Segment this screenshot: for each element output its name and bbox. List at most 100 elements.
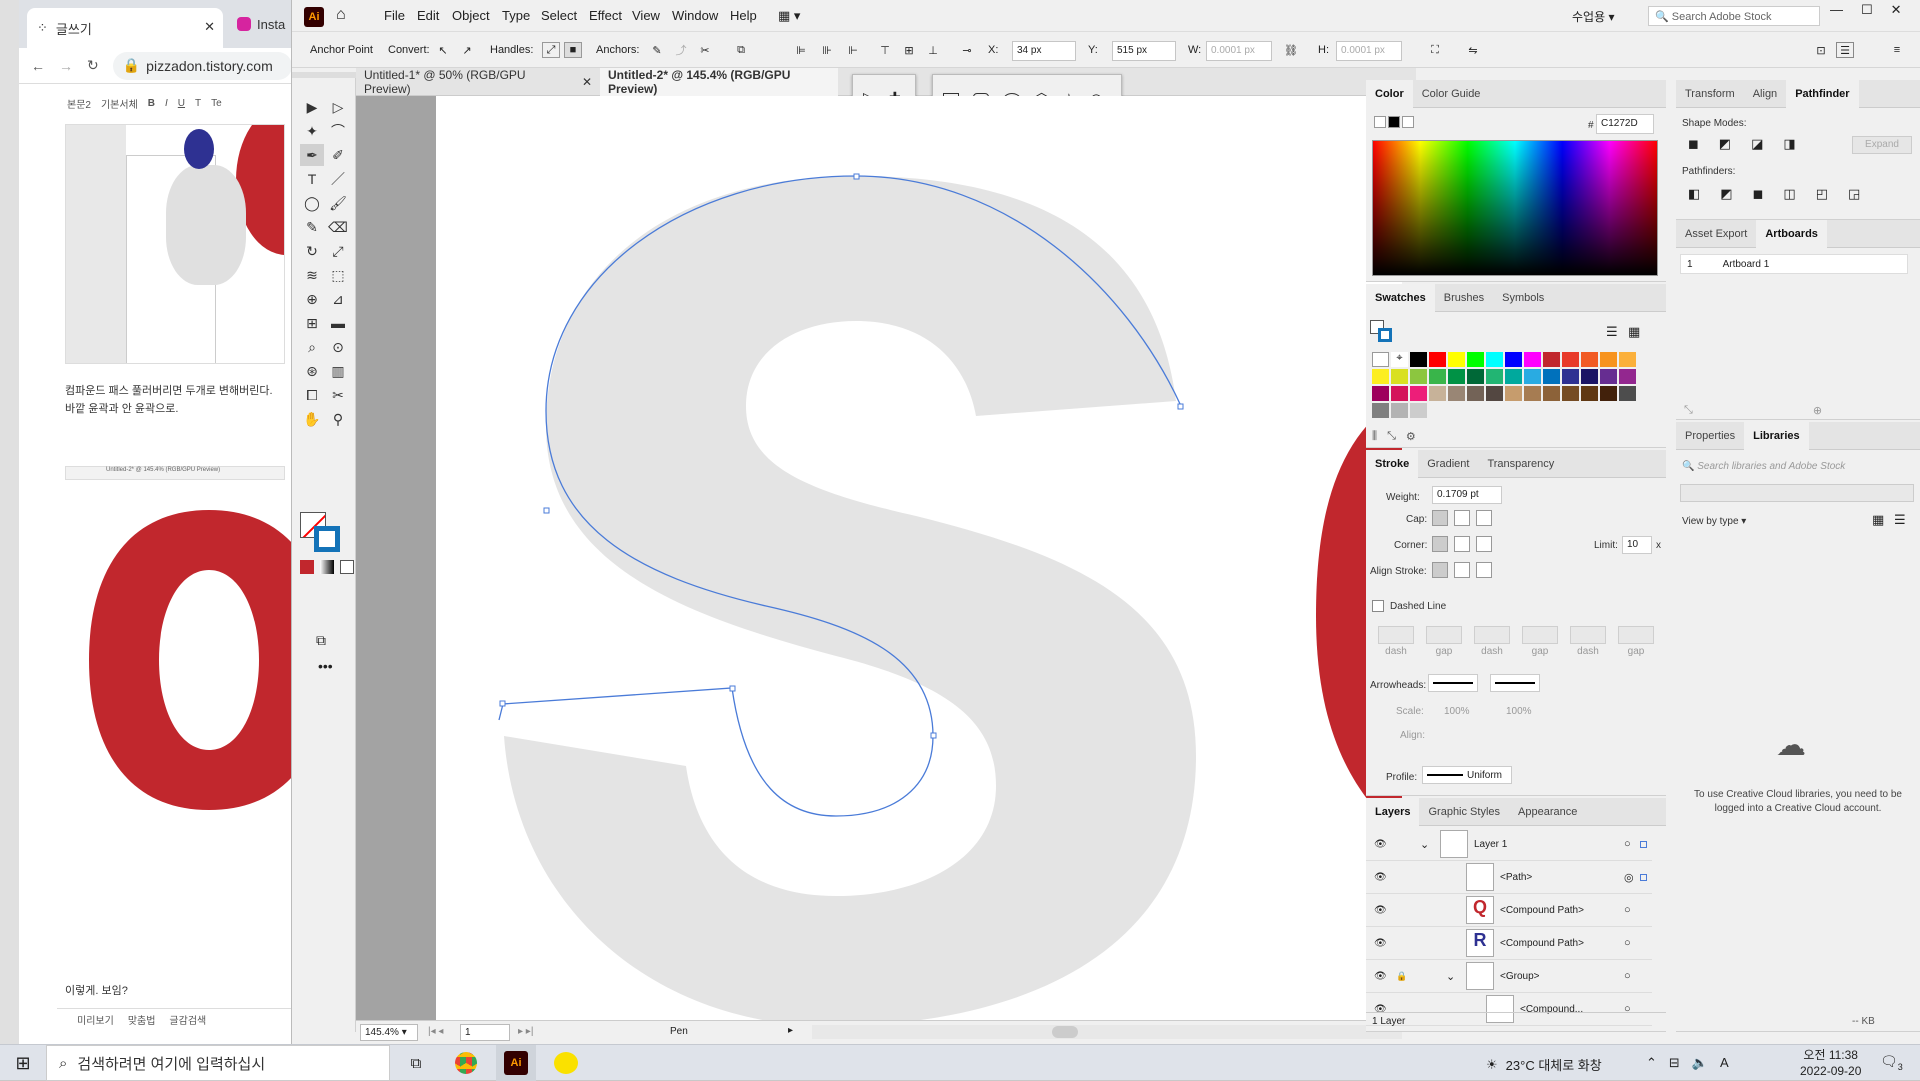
swatch-none[interactable] xyxy=(1372,352,1389,367)
align-left-icon[interactable]: ⊫ xyxy=(792,42,810,58)
new-artboard-icon[interactable]: ⊕ xyxy=(1813,404,1822,417)
show-handles-icon[interactable]: ⤢ xyxy=(542,42,560,58)
swatch[interactable] xyxy=(1429,369,1446,384)
align-bottom-icon[interactable]: ⊥ xyxy=(924,42,942,58)
align-center-stroke-icon[interactable] xyxy=(1432,562,1448,578)
menu-view[interactable]: View xyxy=(632,8,660,23)
tab-color-guide[interactable]: Color Guide xyxy=(1413,80,1490,108)
swatch[interactable] xyxy=(1543,352,1560,367)
blend-tool-icon[interactable]: ⊙ xyxy=(326,336,350,358)
type-tool-icon[interactable]: T xyxy=(300,168,324,190)
layer-row[interactable]: 👁 R <Compound Path> ○ xyxy=(1366,927,1652,960)
workspace-switcher[interactable]: 수업용 ▾ xyxy=(1572,8,1614,25)
anchor-point[interactable] xyxy=(1177,403,1184,410)
profile-select[interactable]: Uniform xyxy=(1422,766,1512,784)
anchor-ref-icon[interactable]: ⊸ xyxy=(958,42,976,58)
isolate-icon[interactable]: ⧉ xyxy=(732,42,750,58)
swatch[interactable] xyxy=(1543,369,1560,384)
start-button[interactable]: ⊞ xyxy=(0,1045,46,1081)
bold-button[interactable]: B xyxy=(148,98,155,109)
close-window-icon[interactable]: ✕ xyxy=(1891,2,1902,18)
tab-transparency[interactable]: Transparency xyxy=(1478,450,1563,478)
shape-builder-tool-icon[interactable]: ⊕ xyxy=(300,288,324,310)
tab-stroke[interactable]: Stroke xyxy=(1366,449,1419,478)
weather-widget[interactable]: ☀ 23°C 대체로 화창 xyxy=(1486,1055,1602,1074)
stroke-swatch[interactable] xyxy=(314,526,340,552)
swatch[interactable] xyxy=(1448,352,1465,367)
artboard-number-field[interactable]: 1 xyxy=(460,1024,510,1041)
constrain-link-icon[interactable]: ⛓ xyxy=(1282,42,1300,58)
visibility-eye-icon[interactable]: 👁 xyxy=(1374,938,1387,949)
layer-row[interactable]: 👁 <Path> ◎ xyxy=(1366,861,1652,894)
artboard-nav-next-icon[interactable]: ▸ ▸| xyxy=(518,1026,533,1037)
direct-selection-tool-icon[interactable]: ▷ xyxy=(326,96,350,118)
magic-wand-tool-icon[interactable]: ✦ xyxy=(300,120,324,142)
target-icon[interactable]: ○ xyxy=(1624,838,1631,850)
round-join-icon[interactable] xyxy=(1454,536,1470,552)
swatch[interactable] xyxy=(1619,352,1636,367)
library-select[interactable] xyxy=(1680,484,1914,502)
forward-icon[interactable]: → xyxy=(59,58,73,74)
target-icon[interactable]: ◎ xyxy=(1624,871,1634,884)
close-doc-icon[interactable]: ✕ xyxy=(582,75,592,89)
swatch[interactable] xyxy=(1600,386,1617,401)
swatch[interactable] xyxy=(1410,403,1427,418)
expand-button[interactable]: Expand xyxy=(1852,136,1912,154)
back-icon[interactable]: ← xyxy=(31,58,45,74)
tab-graphic-styles[interactable]: Graphic Styles xyxy=(1419,798,1509,826)
material-search-button[interactable]: 글감검색 xyxy=(169,1012,206,1027)
tab-swatches[interactable]: Swatches xyxy=(1366,283,1435,312)
swatch[interactable] xyxy=(1581,352,1598,367)
doc-tab-1[interactable]: Untitled-1* @ 50% (RGB/GPU Preview) ✕ xyxy=(356,68,600,96)
more-tools-icon[interactable]: ••• xyxy=(318,658,333,674)
target-icon[interactable]: ○ xyxy=(1624,904,1631,916)
tab-appearance[interactable]: Appearance xyxy=(1509,798,1586,826)
anchor-point[interactable] xyxy=(853,173,860,180)
list-view-icon[interactable]: ☰ xyxy=(1606,324,1618,340)
align-top-icon[interactable]: ⊤ xyxy=(876,42,894,58)
align-inside-stroke-icon[interactable] xyxy=(1454,562,1470,578)
selection-indicator[interactable] xyxy=(1640,840,1647,848)
swatch[interactable] xyxy=(1448,369,1465,384)
underline-button[interactable]: U xyxy=(178,98,185,109)
w-field[interactable]: 0.0001 px xyxy=(1206,41,1272,61)
tab-brushes[interactable]: Brushes xyxy=(1435,284,1493,312)
hand-tool-icon[interactable]: ✋ xyxy=(300,408,324,430)
tab-libraries[interactable]: Libraries xyxy=(1744,421,1809,450)
zoom-tool-icon[interactable]: ⚲ xyxy=(326,408,350,430)
column-graph-tool-icon[interactable]: ▥ xyxy=(326,360,350,382)
browser-tab-instagram[interactable]: Insta xyxy=(237,17,285,32)
intersect-icon[interactable]: ◪ xyxy=(1751,136,1763,152)
target-icon[interactable]: ○ xyxy=(1624,937,1631,949)
control-bar-menu-icon[interactable]: ≡ xyxy=(1888,42,1906,58)
symbol-sprayer-tool-icon[interactable]: ⊛ xyxy=(300,360,324,382)
swatch[interactable] xyxy=(1562,369,1579,384)
swatch[interactable] xyxy=(1391,403,1408,418)
swatch[interactable] xyxy=(1524,386,1541,401)
arrowhead-end-select[interactable] xyxy=(1490,674,1540,692)
butt-cap-icon[interactable] xyxy=(1432,510,1448,526)
swatch[interactable] xyxy=(1581,369,1598,384)
arrange-documents-icon[interactable]: ▦ ▾ xyxy=(778,8,800,24)
home-icon[interactable]: ⌂ xyxy=(336,6,346,24)
layer-row[interactable]: 👁 ⌄ Layer 1 ○ xyxy=(1366,828,1652,861)
kakaotalk-icon[interactable] xyxy=(546,1045,586,1081)
dash-gap-field[interactable]: gap xyxy=(1426,626,1462,657)
italic-button[interactable]: I xyxy=(165,98,168,109)
swatch[interactable] xyxy=(1619,369,1636,384)
weight-field[interactable]: 0.1709 pt xyxy=(1432,486,1502,504)
browser-tab-active[interactable]: ⁘ 글쓰기 ✕ xyxy=(27,8,223,48)
swatch[interactable] xyxy=(1562,352,1579,367)
task-view-icon[interactable]: ⧉ xyxy=(404,1045,428,1081)
swatch[interactable] xyxy=(1600,369,1617,384)
swatch[interactable] xyxy=(1429,352,1446,367)
status-menu-icon[interactable]: ▸ xyxy=(788,1025,793,1036)
zoom-field[interactable]: 145.4% ▾ xyxy=(360,1024,418,1041)
layer-row[interactable]: 👁 🔒 ⌄ <Group> ○ xyxy=(1366,960,1652,993)
h-field[interactable]: 0.0001 px xyxy=(1336,41,1402,61)
swatch[interactable] xyxy=(1372,386,1389,401)
minimize-icon[interactable]: — xyxy=(1830,2,1843,18)
x-field[interactable]: 34 px xyxy=(1012,41,1076,61)
crop-icon[interactable]: ◫ xyxy=(1783,186,1795,202)
merge-icon[interactable]: ◼ xyxy=(1753,186,1764,202)
